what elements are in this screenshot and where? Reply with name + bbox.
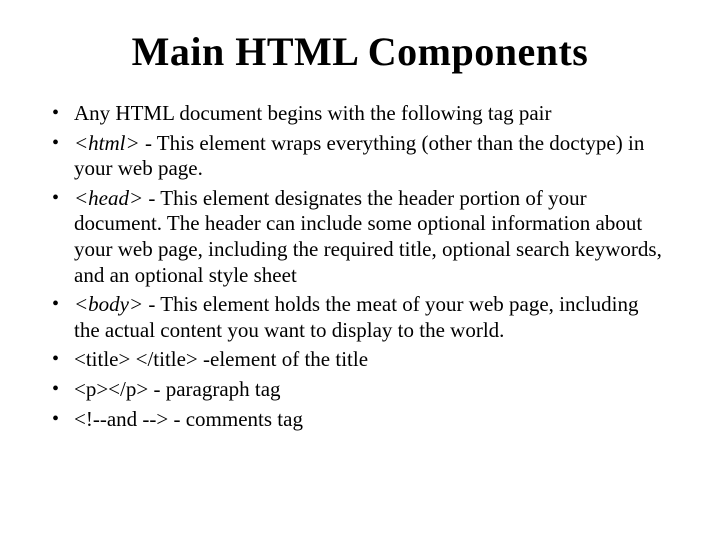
text-post: - This element wraps everything (other t… (74, 131, 644, 181)
text-pre: <p></p> - paragraph tag (74, 377, 281, 401)
bullet-list: Any HTML document begins with the follow… (48, 101, 672, 432)
list-item: Any HTML document begins with the follow… (48, 101, 664, 127)
text-pre: <title> </title> -element of the title (74, 347, 368, 371)
text-post: - This element designates the header por… (74, 186, 662, 287)
text-post: - This element holds the meat of your we… (74, 292, 639, 342)
tag-text: <html> (74, 131, 140, 155)
list-item: <html> - This element wraps everything (… (48, 131, 664, 182)
tag-text: <body> (74, 292, 143, 316)
text-pre: <!--and --> - comments tag (74, 407, 303, 431)
list-item: <p></p> - paragraph tag (48, 377, 664, 403)
list-item: <title> </title> -element of the title (48, 347, 664, 373)
list-item: <body> - This element holds the meat of … (48, 292, 664, 343)
slide-title: Main HTML Components (48, 28, 672, 75)
slide: Main HTML Components Any HTML document b… (0, 0, 720, 460)
list-item: <!--and --> - comments tag (48, 407, 664, 433)
text-post: Any HTML document begins with the follow… (74, 101, 551, 125)
tag-text: <head> (74, 186, 143, 210)
list-item: <head> - This element designates the hea… (48, 186, 664, 288)
